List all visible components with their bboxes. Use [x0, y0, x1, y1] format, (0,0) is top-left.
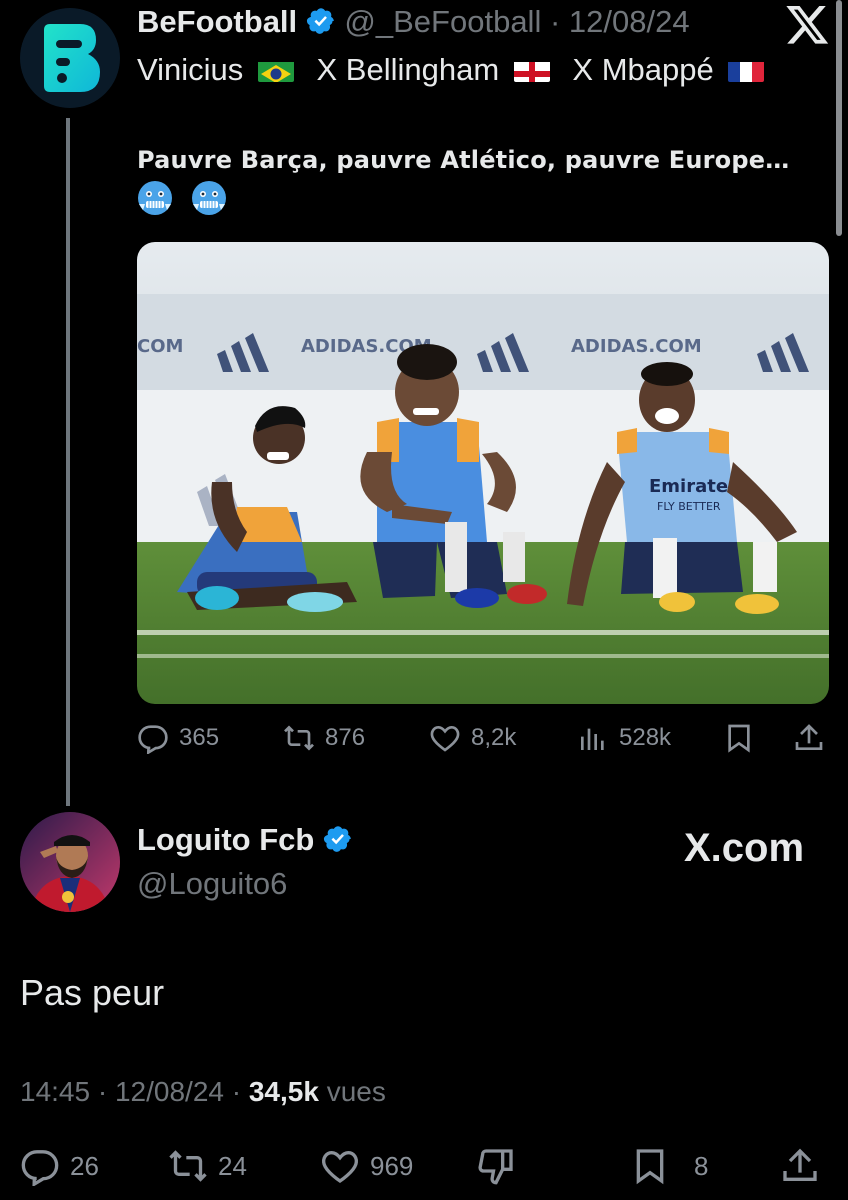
- ad-text: ADIDAS.COM: [571, 336, 702, 357]
- reply-time[interactable]: 14:45: [20, 1076, 90, 1107]
- shirt-text: Emirates: [649, 476, 739, 497]
- scrollbar[interactable]: [836, 0, 842, 236]
- loguito-avatar[interactable]: [20, 812, 120, 912]
- text-bellingham: X Bellingham: [316, 52, 500, 87]
- brazil-flag-icon: [257, 58, 294, 82]
- reply-actions: 26 24 969 8: [20, 1146, 828, 1186]
- like-icon: [430, 725, 460, 752]
- tweet-date[interactable]: 12/08/24: [569, 4, 690, 39]
- repost-icon: [284, 725, 314, 751]
- reply-action[interactable]: 365: [137, 722, 219, 754]
- author-name[interactable]: BeFootball: [137, 4, 297, 39]
- reply-icon: [21, 1150, 59, 1186]
- befootball-avatar[interactable]: [20, 8, 120, 108]
- text-vinicius: Vinicius: [137, 52, 244, 87]
- befootball-logo-icon: [20, 8, 120, 108]
- shirt-text: FLY BETTER: [657, 500, 721, 513]
- cold-face-emoji-icon: [192, 181, 227, 215]
- dislike-icon: [478, 1149, 513, 1185]
- text-mbappe: X Mbappé: [572, 52, 714, 87]
- tweet-text-line2: Pauvre Barça, pauvre Atlético, pauvre Eu…: [137, 146, 790, 174]
- tweet-text-line1: Vinicius X Bellingham X Mbappé: [137, 52, 778, 88]
- reply-header: Loguito Fcb: [137, 822, 353, 858]
- bookmark-icon: [728, 724, 750, 753]
- share-icon: [795, 724, 823, 750]
- reply-author-name[interactable]: Loguito Fcb: [137, 822, 314, 857]
- verified-badge-icon: [323, 826, 351, 852]
- england-flag-icon: [513, 58, 550, 82]
- verified-badge-icon: [306, 8, 334, 34]
- meta-separator: ·: [231, 1076, 242, 1107]
- reply-text: Pas peur: [20, 972, 165, 1013]
- meta-separator: ·: [97, 1076, 108, 1107]
- x-logo-icon[interactable]: [786, 6, 830, 46]
- thread-connector-line: [66, 118, 70, 806]
- repost-action[interactable]: 876: [283, 722, 365, 754]
- reply-action[interactable]: 26: [20, 1146, 99, 1186]
- share-action[interactable]: [793, 722, 825, 754]
- reply-views-count: 34,5k: [248, 1076, 319, 1107]
- views-count: 528k: [619, 724, 672, 751]
- players-photo: ADIDAS.COM ADIDAS.COM COM Emirates FLY B…: [137, 242, 829, 704]
- reply-meta: 14:45 · 12/08/24 · 34,5k vues: [20, 1076, 386, 1108]
- share-action[interactable]: [780, 1146, 820, 1186]
- bookmark-action[interactable]: [723, 722, 755, 754]
- reply-views-label: vues: [326, 1076, 386, 1107]
- share-icon: [783, 1148, 817, 1181]
- repost-count: 24: [218, 1150, 247, 1181]
- tweet-actions: 365 876 8,2k 528k: [137, 722, 829, 762]
- like-icon: [322, 1150, 358, 1183]
- like-action[interactable]: 8,2k: [429, 722, 516, 754]
- bookmark-count: 8: [694, 1150, 709, 1181]
- tweet-photo[interactable]: ADIDAS.COM ADIDAS.COM COM Emirates FLY B…: [137, 242, 829, 704]
- profile-photo: [20, 812, 120, 912]
- dislike-action[interactable]: [476, 1146, 516, 1186]
- reply-count: 365: [179, 724, 220, 751]
- bookmark-action[interactable]: 8: [630, 1146, 708, 1186]
- ad-text: COM: [137, 336, 183, 357]
- like-count: 8,2k: [471, 724, 517, 751]
- xcom-brand: X.com: [684, 826, 805, 870]
- cold-face-emoji-icon: [138, 181, 172, 215]
- reply-count: 26: [70, 1150, 99, 1181]
- dot-separator: ·: [549, 4, 561, 39]
- reply-author-handle[interactable]: @Loguito6: [137, 866, 287, 902]
- views-action[interactable]: 528k: [577, 722, 671, 754]
- tweet-header: BeFootball @_BeFootball · 12/08/24: [137, 4, 690, 40]
- reply-date[interactable]: 12/08/24: [115, 1076, 224, 1107]
- repost-count: 876: [325, 724, 366, 751]
- emoji-row: [137, 180, 241, 220]
- repost-action[interactable]: 24: [168, 1146, 247, 1186]
- like-count: 969: [370, 1150, 414, 1181]
- bookmark-icon: [636, 1149, 664, 1185]
- views-icon: [581, 728, 604, 750]
- like-action[interactable]: 969: [320, 1146, 413, 1186]
- repost-icon: [169, 1150, 207, 1182]
- author-handle[interactable]: @_BeFootball: [344, 4, 541, 39]
- france-flag-icon: [728, 58, 765, 82]
- reply-icon: [138, 725, 168, 754]
